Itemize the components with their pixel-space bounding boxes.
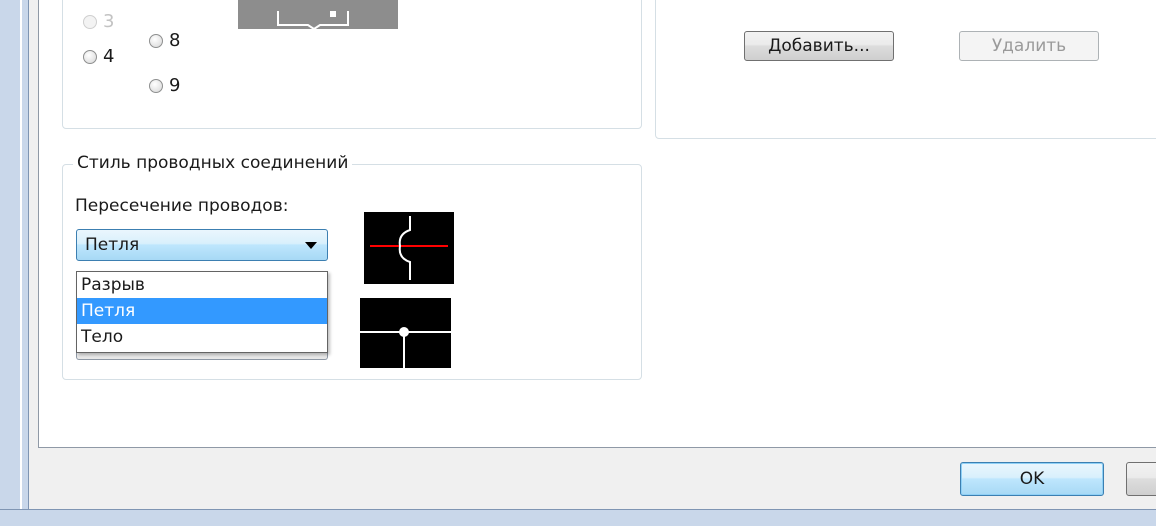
crossing-label: Пересечение проводов:: [75, 196, 289, 216]
combo-selected-value: Петля: [85, 235, 140, 255]
radio-circle-icon: [149, 33, 163, 48]
radio-circle-icon: [149, 78, 163, 93]
wire-crossing-combobox[interactable]: Петля: [76, 229, 328, 261]
wire-style-group-title: Стиль проводных соединений: [73, 153, 353, 173]
grid-preview-image: [238, 0, 398, 29]
window-frame-left: [0, 0, 29, 525]
option-loop[interactable]: Петля: [77, 298, 327, 324]
radio-label: 3: [103, 11, 115, 32]
cancel-button-partial[interactable]: [1126, 462, 1156, 496]
radio-9[interactable]: 9: [149, 75, 180, 96]
radio-3[interactable]: 3: [83, 11, 114, 32]
radio-4[interactable]: 4: [83, 46, 114, 67]
radio-label: 4: [103, 46, 115, 67]
window-frame-bottom: [0, 509, 1156, 526]
crossing-loop-preview-icon: [364, 212, 454, 284]
radio-circle-icon: [83, 14, 97, 29]
radio-circle-icon: [83, 49, 97, 64]
wire-crossing-dropdown-list: Разрыв Петля Тело: [76, 271, 328, 353]
delete-button[interactable]: Удалить: [959, 31, 1099, 61]
crossing-junction-preview-icon: [360, 298, 451, 368]
option-body[interactable]: Тело: [77, 324, 327, 350]
radio-label: 8: [169, 30, 181, 51]
option-break[interactable]: Разрыв: [77, 272, 327, 298]
library-group: [655, 0, 1156, 139]
ok-button[interactable]: OK: [960, 462, 1104, 496]
dropdown-arrow-icon[interactable]: [305, 242, 317, 249]
radio-8[interactable]: 8: [149, 30, 180, 51]
add-button[interactable]: Добавить...: [744, 31, 894, 61]
radio-label: 9: [169, 75, 181, 96]
tab-page: 3 4 8 9 Добавить... Удалить Стиль провод…: [38, 0, 1156, 448]
